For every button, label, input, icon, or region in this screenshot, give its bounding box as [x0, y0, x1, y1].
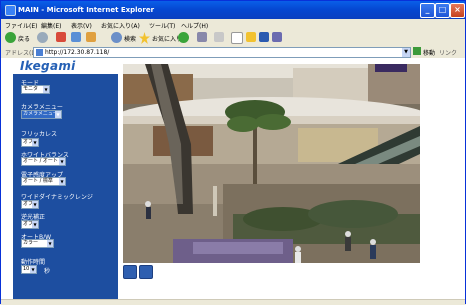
flickerless-label: フリッカレス — [21, 131, 58, 138]
history-icon[interactable] — [197, 32, 207, 42]
chevron-down-icon: ▼ — [43, 86, 49, 93]
chevron-down-icon: ▼ — [32, 221, 38, 228]
flickerless-select[interactable]: オフ ▼ — [21, 138, 39, 147]
camera-menu-select-value: カメラメニュー — [23, 111, 58, 117]
refresh-icon[interactable] — [71, 32, 81, 42]
shutter-select[interactable]: オート / 標準 ▼ — [21, 177, 66, 186]
settings-sidebar: モード モニタ ▼ カメラメニュー カメラメニュー ▼ フリッカレス オフ ▼ … — [13, 58, 118, 299]
back-button-label[interactable]: 戻る — [18, 34, 30, 43]
chevron-down-icon: ▼ — [30, 266, 36, 273]
address-url: http://172.30.87.118/ — [45, 49, 110, 56]
status-bar — [1, 299, 465, 305]
menu-tools[interactable]: ツール(T) — [149, 21, 175, 30]
menu-view[interactable]: 表示(V) — [71, 21, 92, 30]
camera-panel — [118, 58, 465, 299]
go-arrow-icon[interactable] — [413, 47, 421, 55]
messenger-icon[interactable] — [259, 32, 269, 42]
chevron-down-icon: ▼ — [59, 178, 65, 185]
interval-select[interactable]: 10 ▼ — [21, 265, 37, 274]
chevron-down-icon: ▼ — [59, 158, 65, 165]
menu-file[interactable]: ファイル(E) — [5, 21, 37, 30]
print-icon[interactable] — [231, 32, 243, 44]
title-bar: MAIN - Microsoft Internet Explorer _ □ × — [1, 1, 465, 19]
day-night-select[interactable]: カラー ▼ — [21, 239, 54, 248]
research-icon[interactable] — [272, 32, 282, 42]
stop-icon[interactable] — [56, 32, 66, 42]
chevron-down-icon: ▼ — [32, 201, 38, 208]
camera-control-button[interactable] — [123, 265, 137, 279]
chevron-down-icon: ▼ — [47, 240, 53, 247]
go-button-label[interactable]: 移動 — [423, 48, 435, 57]
close-button[interactable]: × — [450, 3, 465, 18]
window-title: MAIN - Microsoft Internet Explorer — [18, 6, 155, 14]
toolbar: 戻る 検索 お気に入り — [1, 30, 465, 47]
home-icon[interactable] — [86, 32, 96, 42]
ikegami-logo: Ikegami — [13, 58, 118, 74]
folder-icon[interactable] — [246, 32, 256, 42]
interval-unit: 秒 — [44, 268, 51, 275]
page-icon — [36, 49, 43, 56]
links-label[interactable]: リンク — [439, 48, 457, 57]
back-arrow-icon[interactable] — [5, 32, 16, 43]
shutter-select-value: オート / 標準 — [23, 178, 53, 184]
menu-favorites[interactable]: お気に入り(A) — [101, 21, 140, 30]
media-icon[interactable] — [178, 32, 189, 43]
maximize-button[interactable]: □ — [435, 3, 450, 18]
logo-text: Ikegami — [20, 59, 76, 73]
minimize-button[interactable]: _ — [420, 3, 435, 18]
backlight-select[interactable]: オフ ▼ — [21, 220, 39, 229]
white-balance-select-value: オート / オート — [23, 158, 58, 164]
search-button-label[interactable]: 検索 — [124, 34, 136, 43]
browser-window: MAIN - Microsoft Internet Explorer _ □ ×… — [0, 0, 466, 305]
address-input[interactable]: http://172.30.87.118/ ▼ — [33, 47, 411, 58]
search-icon[interactable] — [111, 32, 122, 43]
day-night-select-value: カラー — [23, 240, 39, 246]
camera-settings-button[interactable] — [139, 265, 153, 279]
camera-view — [123, 64, 420, 263]
mode-select-value: モニタ — [23, 86, 39, 92]
mode-select[interactable]: モニタ ▼ — [21, 85, 50, 94]
white-balance-select[interactable]: オート / オート ▼ — [21, 157, 66, 166]
forward-arrow-icon[interactable] — [37, 32, 48, 43]
mall-scene — [123, 64, 420, 263]
mail-icon[interactable] — [214, 32, 224, 42]
menu-help[interactable]: ヘルプ(H) — [181, 21, 208, 30]
interval-select-value: 10 — [23, 266, 30, 272]
menu-edit[interactable]: 編集(E) — [41, 21, 61, 30]
ie-icon — [5, 5, 16, 16]
chevron-down-icon: ▼ — [32, 139, 38, 146]
chevron-down-icon: ▼ — [55, 111, 61, 118]
address-dropdown-icon[interactable]: ▼ — [402, 48, 410, 57]
page-content: モード モニタ ▼ カメラメニュー カメラメニュー ▼ フリッカレス オフ ▼ … — [1, 58, 465, 299]
wdr-select[interactable]: オフ ▼ — [21, 200, 39, 209]
favorites-star-icon[interactable] — [139, 32, 150, 44]
camera-menu-select[interactable]: カメラメニュー ▼ — [21, 110, 62, 119]
